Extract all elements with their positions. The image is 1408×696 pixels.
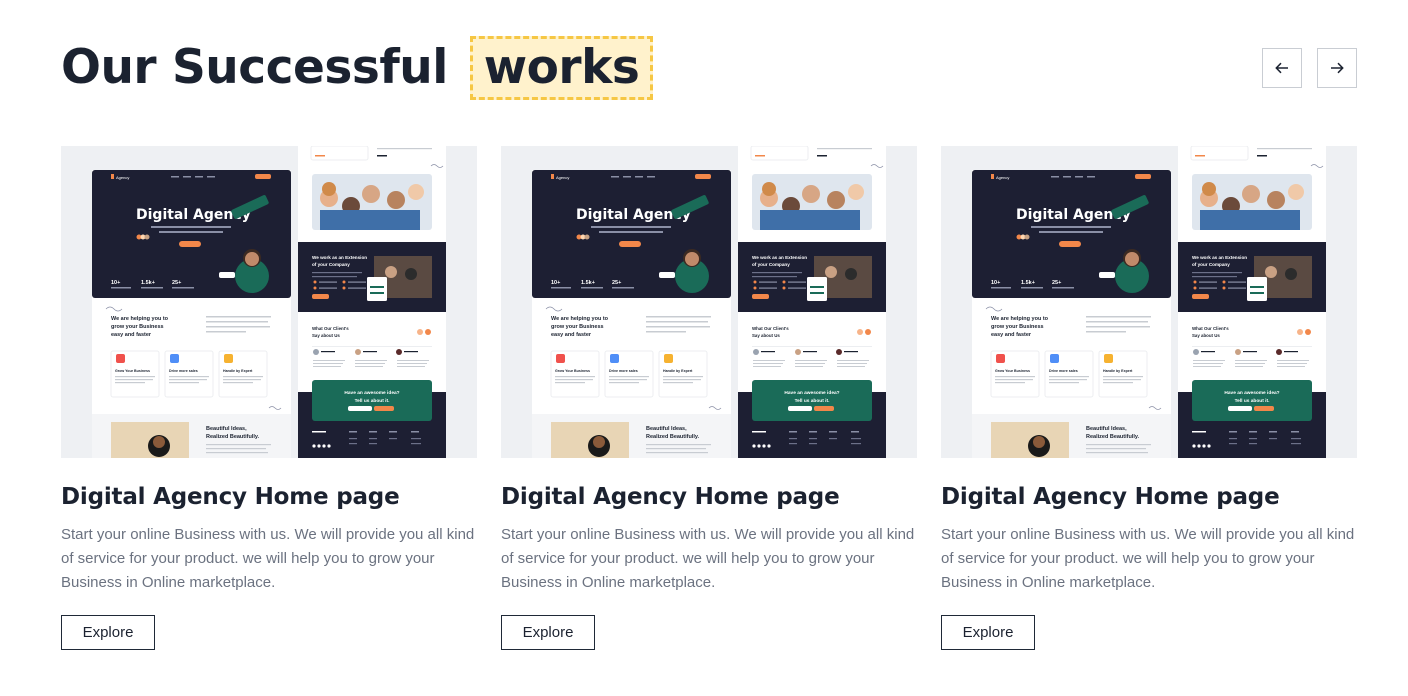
svg-text:Have an awesome idea?: Have an awesome idea? bbox=[784, 390, 839, 396]
svg-text:Agency: Agency bbox=[996, 175, 1009, 180]
svg-text:10+: 10+ bbox=[551, 280, 560, 286]
svg-text:grow your Business: grow your Business bbox=[111, 324, 164, 330]
project-preview-image: Agency Digital Agency 10+ 1.5k+ 25+ We a… bbox=[501, 146, 917, 458]
project-description: Start your online Business with us. We w… bbox=[941, 526, 1355, 591]
svg-text:1.5k+: 1.5k+ bbox=[581, 280, 595, 286]
svg-text:10+: 10+ bbox=[991, 280, 1000, 286]
svg-text:Drive more sales: Drive more sales bbox=[1049, 369, 1078, 373]
svg-text:grow your Business: grow your Business bbox=[551, 324, 604, 330]
svg-text:Agency: Agency bbox=[116, 175, 129, 180]
project-card: Agency Digital Agency 10+ 1.5k+ 25+ We a… bbox=[501, 146, 917, 650]
project-thumbnail[interactable]: Agency Digital Agency 10+ 1.5k+ 25+ We a… bbox=[941, 146, 1357, 458]
svg-text:Grow Your Business: Grow Your Business bbox=[115, 369, 150, 373]
project-title: Digital Agency Home page bbox=[941, 484, 1280, 510]
svg-text:Handle by Expert: Handle by Expert bbox=[663, 369, 693, 373]
svg-text:Beautiful Ideas,: Beautiful Ideas, bbox=[206, 426, 247, 432]
svg-text:Grow Your Business: Grow Your Business bbox=[555, 369, 590, 373]
project-thumbnail[interactable]: Agency Digital Agency 10+ 1.5k+ 25+ We a… bbox=[61, 146, 477, 458]
svg-text:Tell us about it.: Tell us about it. bbox=[795, 398, 830, 404]
svg-text:What Our Client's: What Our Client's bbox=[312, 326, 349, 331]
svg-text:25+: 25+ bbox=[1052, 280, 1061, 286]
svg-text:Tell us about it.: Tell us about it. bbox=[355, 398, 390, 404]
section-title-prefix: Our Successful bbox=[61, 40, 448, 95]
project-description: Start your online Business with us. We w… bbox=[501, 526, 915, 591]
project-title: Digital Agency Home page bbox=[61, 484, 400, 510]
svg-text:Tell us about it.: Tell us about it. bbox=[1235, 398, 1270, 404]
svg-text:grow your Business: grow your Business bbox=[991, 324, 1044, 330]
svg-text:Handle by Expert: Handle by Expert bbox=[223, 369, 253, 373]
svg-text:Say about Us: Say about Us bbox=[312, 333, 340, 338]
svg-text:of your Company: of your Company bbox=[752, 262, 790, 267]
project-preview-image: Agency Digital Agency 10+ 1.5k+ 25+ We a… bbox=[941, 146, 1357, 458]
svg-text:Realized Beautifully.: Realized Beautifully. bbox=[1086, 434, 1140, 440]
svg-text:Realized Beautifully.: Realized Beautifully. bbox=[206, 434, 260, 440]
svg-text:10+: 10+ bbox=[111, 280, 120, 286]
project-description: Start your online Business with us. We w… bbox=[61, 526, 475, 591]
svg-text:Drive more sales: Drive more sales bbox=[609, 369, 638, 373]
section-title: Our Successful works bbox=[61, 36, 654, 100]
svg-text:What Our Client's: What Our Client's bbox=[1192, 326, 1229, 331]
arrow-right-icon bbox=[1331, 62, 1344, 74]
svg-text:25+: 25+ bbox=[172, 280, 181, 286]
explore-button[interactable]: Explore bbox=[61, 615, 155, 650]
svg-text:We work as an Extension: We work as an Extension bbox=[1192, 255, 1247, 260]
carousel-next-button[interactable] bbox=[1317, 48, 1357, 88]
svg-text:Say about Us: Say about Us bbox=[1192, 333, 1220, 338]
project-preview-image: Agency Digital Agency 10+ 1.5k+ 25+ We a… bbox=[61, 146, 477, 458]
project-card: Agency Digital Agency 10+ 1.5k+ 25+ We a… bbox=[941, 146, 1357, 650]
arrow-left-icon bbox=[1275, 62, 1288, 74]
svg-text:Agency: Agency bbox=[556, 175, 569, 180]
svg-text:easy and faster: easy and faster bbox=[991, 332, 1032, 338]
svg-text:easy and faster: easy and faster bbox=[551, 332, 592, 338]
svg-text:Have an awesome idea?: Have an awesome idea? bbox=[1224, 390, 1279, 396]
svg-text:Drive more sales: Drive more sales bbox=[169, 369, 198, 373]
svg-text:What Our Client's: What Our Client's bbox=[752, 326, 789, 331]
svg-text:We work as an Extension: We work as an Extension bbox=[312, 255, 367, 260]
svg-text:We are helping you to: We are helping you to bbox=[991, 316, 1049, 322]
section-title-highlight: works bbox=[469, 36, 654, 100]
svg-text:1.5k+: 1.5k+ bbox=[1021, 280, 1035, 286]
svg-text:of your Company: of your Company bbox=[1192, 262, 1230, 267]
svg-text:Grow Your Business: Grow Your Business bbox=[995, 369, 1030, 373]
project-thumbnail[interactable]: Agency Digital Agency 10+ 1.5k+ 25+ We a… bbox=[501, 146, 917, 458]
svg-text:Say about Us: Say about Us bbox=[752, 333, 780, 338]
svg-text:of your Company: of your Company bbox=[312, 262, 350, 267]
svg-text:25+: 25+ bbox=[612, 280, 621, 286]
svg-text:easy and faster: easy and faster bbox=[111, 332, 152, 338]
svg-text:Have an awesome idea?: Have an awesome idea? bbox=[344, 390, 399, 396]
explore-button[interactable]: Explore bbox=[501, 615, 595, 650]
svg-text:Handle by Expert: Handle by Expert bbox=[1103, 369, 1133, 373]
carousel-prev-button[interactable] bbox=[1262, 48, 1302, 88]
project-card: Agency Digital Agency 10+ 1.5k+ 25+ We a… bbox=[61, 146, 477, 650]
svg-text:We are helping you to: We are helping you to bbox=[111, 316, 169, 322]
explore-button[interactable]: Explore bbox=[941, 615, 1035, 650]
svg-text:Realized Beautifully.: Realized Beautifully. bbox=[646, 434, 700, 440]
svg-text:Beautiful Ideas,: Beautiful Ideas, bbox=[1086, 426, 1127, 432]
svg-text:Beautiful Ideas,: Beautiful Ideas, bbox=[646, 426, 687, 432]
project-title: Digital Agency Home page bbox=[501, 484, 840, 510]
svg-text:We are helping you to: We are helping you to bbox=[551, 316, 609, 322]
svg-text:We work as an Extension: We work as an Extension bbox=[752, 255, 807, 260]
svg-text:1.5k+: 1.5k+ bbox=[141, 280, 155, 286]
